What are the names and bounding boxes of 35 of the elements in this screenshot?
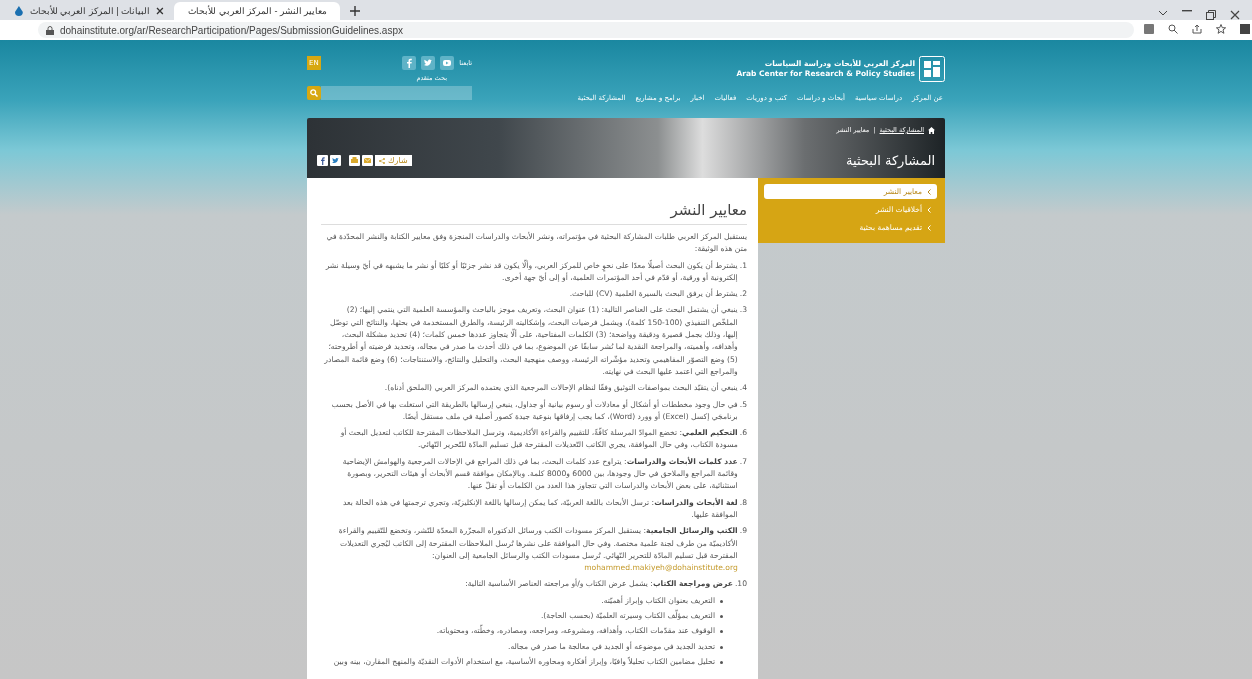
bullet-icon (720, 599, 723, 603)
share-icon (379, 157, 385, 164)
home-icon[interactable] (928, 126, 935, 134)
bullet-icon (720, 645, 723, 649)
close-icon[interactable] (1230, 10, 1240, 20)
close-icon[interactable] (156, 7, 164, 15)
restore-icon[interactable] (1206, 10, 1216, 20)
browser-tab[interactable]: البيانات | المركز العربي للأبحاث (6, 2, 172, 20)
page-heading: المشاركة البحثية (845, 153, 935, 168)
bullet-icon (720, 615, 723, 618)
print-icon[interactable] (349, 155, 360, 166)
chevron-left-icon (927, 188, 931, 195)
share-icon[interactable] (1192, 24, 1202, 34)
facebook-icon[interactable] (317, 155, 328, 166)
article-title: معايير النشر (321, 200, 747, 225)
twitter-icon[interactable] (421, 56, 436, 70)
new-tab-icon[interactable] (350, 6, 360, 16)
logo-icon[interactable] (919, 56, 945, 82)
chevron-left-icon (927, 224, 931, 231)
search-icon[interactable] (1168, 24, 1178, 34)
chevron-down-icon[interactable] (1158, 10, 1168, 16)
minimize-icon[interactable] (1182, 10, 1192, 12)
browser-tab[interactable]: معايير النشر - المركز العربي للأبحاث (174, 2, 340, 20)
lock-icon (46, 25, 54, 35)
star-icon[interactable] (1216, 24, 1226, 34)
drop-icon (14, 6, 24, 16)
email-icon[interactable] (362, 155, 373, 166)
bullet-icon (720, 630, 723, 634)
twitter-icon[interactable] (330, 155, 341, 166)
youtube-icon[interactable] (440, 56, 455, 70)
share-button[interactable]: شارك (375, 155, 412, 166)
address-bar[interactable]: dohainstitute.org/ar/ResearchParticipation/Pages/SubmissionGuidelines.aspx (38, 22, 1134, 38)
chevron-left-icon (927, 206, 931, 213)
bullet-icon (720, 660, 723, 664)
facebook-icon[interactable] (402, 56, 417, 70)
